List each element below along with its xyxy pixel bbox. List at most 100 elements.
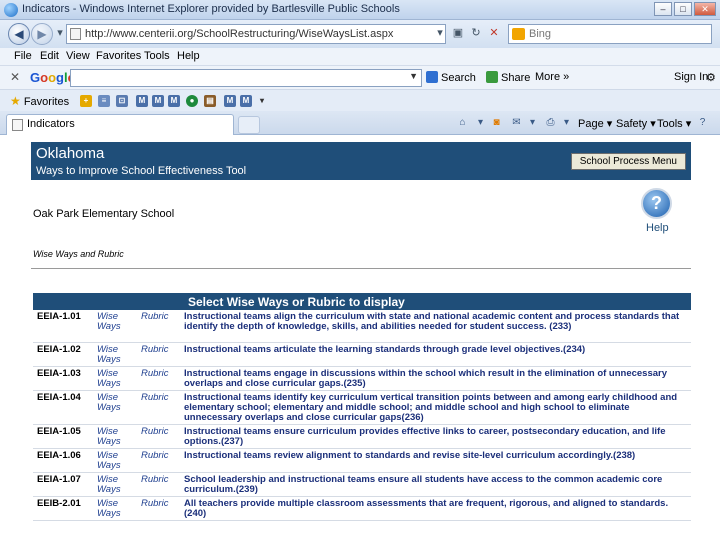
wise-ways-link[interactable]: Wise Ways [97, 496, 141, 521]
indicator-description: School leadership and instructional team… [184, 472, 691, 497]
menu-file[interactable]: File [14, 50, 32, 62]
favorite-link-icon[interactable]: M [168, 95, 180, 107]
section-title: Wise Ways and Rubric [33, 249, 124, 259]
rubric-link[interactable]: Rubric [141, 342, 184, 367]
rubric-link[interactable]: Rubric [141, 310, 184, 343]
toolbar-settings-icon[interactable]: ⚙ [706, 71, 716, 84]
chevron-down-icon[interactable]: ▾ [560, 117, 573, 129]
favorite-link-icon[interactable]: M [224, 95, 236, 107]
stop-icon[interactable]: ✕ [486, 25, 502, 41]
share-button[interactable]: Share [486, 71, 530, 84]
table-row: EEIB-2.01 Wise Ways Rubric All teachers … [33, 496, 691, 521]
rubric-link[interactable]: Rubric [141, 366, 184, 391]
wise-ways-link[interactable]: Wise Ways [97, 472, 141, 497]
close-toolbar-icon[interactable]: ✕ [10, 70, 20, 84]
wise-ways-link[interactable]: Wise Ways [97, 342, 141, 367]
help-icon[interactable]: ? [641, 188, 672, 219]
indicator-description: All teachers provide multiple classroom … [184, 496, 691, 521]
favorite-link-icon[interactable]: M [136, 95, 148, 107]
table-header: Select Wise Ways or Rubric to display [33, 293, 691, 310]
chevron-down-icon[interactable]: ▼ [409, 71, 418, 81]
google-toolbar: ✕ Google ▼ Search Share More » Sign In ⚙ [0, 65, 720, 89]
bing-icon [512, 28, 525, 40]
url-text: http://www.centerii.org/SchoolRestructur… [85, 28, 394, 40]
home-icon[interactable]: ⌂ [456, 117, 469, 129]
indicator-description: Instructional teams align the curriculum… [184, 310, 691, 343]
wise-ways-link[interactable]: Wise Ways [97, 390, 141, 425]
sign-in-link[interactable]: Sign In [674, 71, 708, 83]
compatibility-icon[interactable]: ▣ [450, 25, 466, 41]
url-dropdown-icon[interactable]: ▾ [432, 25, 448, 41]
table-row: EEIA-1.07 Wise Ways Rubric School leader… [33, 472, 691, 497]
maximize-button[interactable]: □ [674, 2, 692, 16]
page-menu[interactable]: Page ▾ [578, 117, 612, 130]
indicator-code: EEIB-2.01 [33, 496, 97, 521]
indicator-code: EEIA-1.07 [33, 472, 97, 497]
ie-icon [4, 3, 18, 17]
indicator-description: Instructional teams ensure curriculum pr… [184, 424, 691, 449]
google-search-input[interactable]: ▼ [70, 69, 422, 87]
chevron-down-icon[interactable]: ▾ [256, 95, 268, 107]
add-favorite-icon[interactable]: + [80, 95, 92, 107]
rubric-link[interactable]: Rubric [141, 472, 184, 497]
tab-indicators[interactable]: Indicators [6, 114, 234, 135]
page-viewport: Oklahoma Ways to Improve School Effectiv… [0, 135, 720, 540]
favorites-bar: ★ Favorites + ≡ ⊡ M M M ● ▤ M M ▾ [0, 89, 720, 111]
back-button[interactable]: ◀ [8, 23, 30, 45]
forward-button[interactable]: ▶ [31, 23, 53, 45]
indicator-code: EEIA-1.03 [33, 366, 97, 391]
chevron-down-icon[interactable]: ▾ [474, 117, 487, 129]
share-icon [486, 71, 498, 83]
search-input[interactable]: Bing [508, 24, 712, 44]
search-placeholder: Bing [529, 28, 552, 40]
print-icon[interactable]: ⎙ [544, 117, 557, 129]
table-row: EEIA-1.05 Wise Ways Rubric Instructional… [33, 424, 691, 449]
wise-ways-link[interactable]: Wise Ways [97, 366, 141, 391]
menu-view[interactable]: View [66, 50, 90, 62]
page-icon [12, 119, 23, 131]
window-title: Indicators - Windows Internet Explorer p… [22, 3, 400, 15]
favorite-link-icon[interactable]: M [152, 95, 164, 107]
menu-tools[interactable]: Tools [144, 50, 170, 62]
web-slice-icon[interactable]: ⊡ [116, 95, 128, 107]
help-menu-icon[interactable]: ? [696, 117, 709, 129]
page-header: Oklahoma Ways to Improve School Effectiv… [31, 142, 691, 180]
school-process-menu-button[interactable]: School Process Menu [570, 153, 686, 170]
new-tab-button[interactable] [238, 116, 260, 134]
favorite-link-icon[interactable]: M [240, 95, 252, 107]
feeds-icon[interactable]: ◙ [490, 117, 503, 129]
favorites-button[interactable]: ★ Favorites [10, 94, 69, 108]
rubric-link[interactable]: Rubric [141, 496, 184, 521]
indicator-code: EEIA-1.06 [33, 448, 97, 473]
globe-icon[interactable]: ● [186, 95, 198, 107]
close-window-button[interactable]: ✕ [694, 2, 716, 16]
more-button[interactable]: More » [535, 71, 569, 83]
wise-ways-link[interactable]: Wise Ways [97, 448, 141, 473]
tools-menu[interactable]: Tools ▾ [657, 117, 691, 130]
refresh-icon[interactable]: ↻ [468, 25, 484, 41]
suggested-sites-icon[interactable]: ≡ [98, 95, 110, 107]
address-bar: ◀ ▶ ▾ http://www.centerii.org/SchoolRest… [0, 20, 720, 48]
tab-bar: Indicators ⌂ ▾ ◙ ✉ ▾ ⎙ ▾ Page ▾ Safety ▾… [0, 111, 720, 135]
menu-help[interactable]: Help [177, 50, 200, 62]
search-icon [426, 71, 438, 83]
indicator-code: EEIA-1.02 [33, 342, 97, 367]
mail-icon[interactable]: ✉ [510, 117, 523, 129]
help-link[interactable]: Help [646, 222, 669, 234]
url-field[interactable]: http://www.centerii.org/SchoolRestructur… [66, 24, 446, 44]
rubric-link[interactable]: Rubric [141, 390, 184, 425]
tool-subtitle: Ways to Improve School Effectiveness Too… [36, 165, 247, 177]
minimize-button[interactable]: – [654, 2, 672, 16]
rubric-link[interactable]: Rubric [141, 424, 184, 449]
menu-favorites[interactable]: Favorites [96, 50, 141, 62]
favorite-link-icon[interactable]: ▤ [204, 95, 216, 107]
rubric-link[interactable]: Rubric [141, 448, 184, 473]
indicator-description: Instructional teams engage in discussion… [184, 366, 691, 391]
safety-menu[interactable]: Safety ▾ [616, 117, 656, 130]
wise-ways-link[interactable]: Wise Ways [97, 424, 141, 449]
google-search-button[interactable]: Search [426, 71, 476, 84]
chevron-down-icon[interactable]: ▾ [526, 117, 539, 129]
tab-title: Indicators [27, 118, 75, 130]
wise-ways-link[interactable]: Wise Ways [97, 310, 141, 343]
menu-edit[interactable]: Edit [40, 50, 59, 62]
